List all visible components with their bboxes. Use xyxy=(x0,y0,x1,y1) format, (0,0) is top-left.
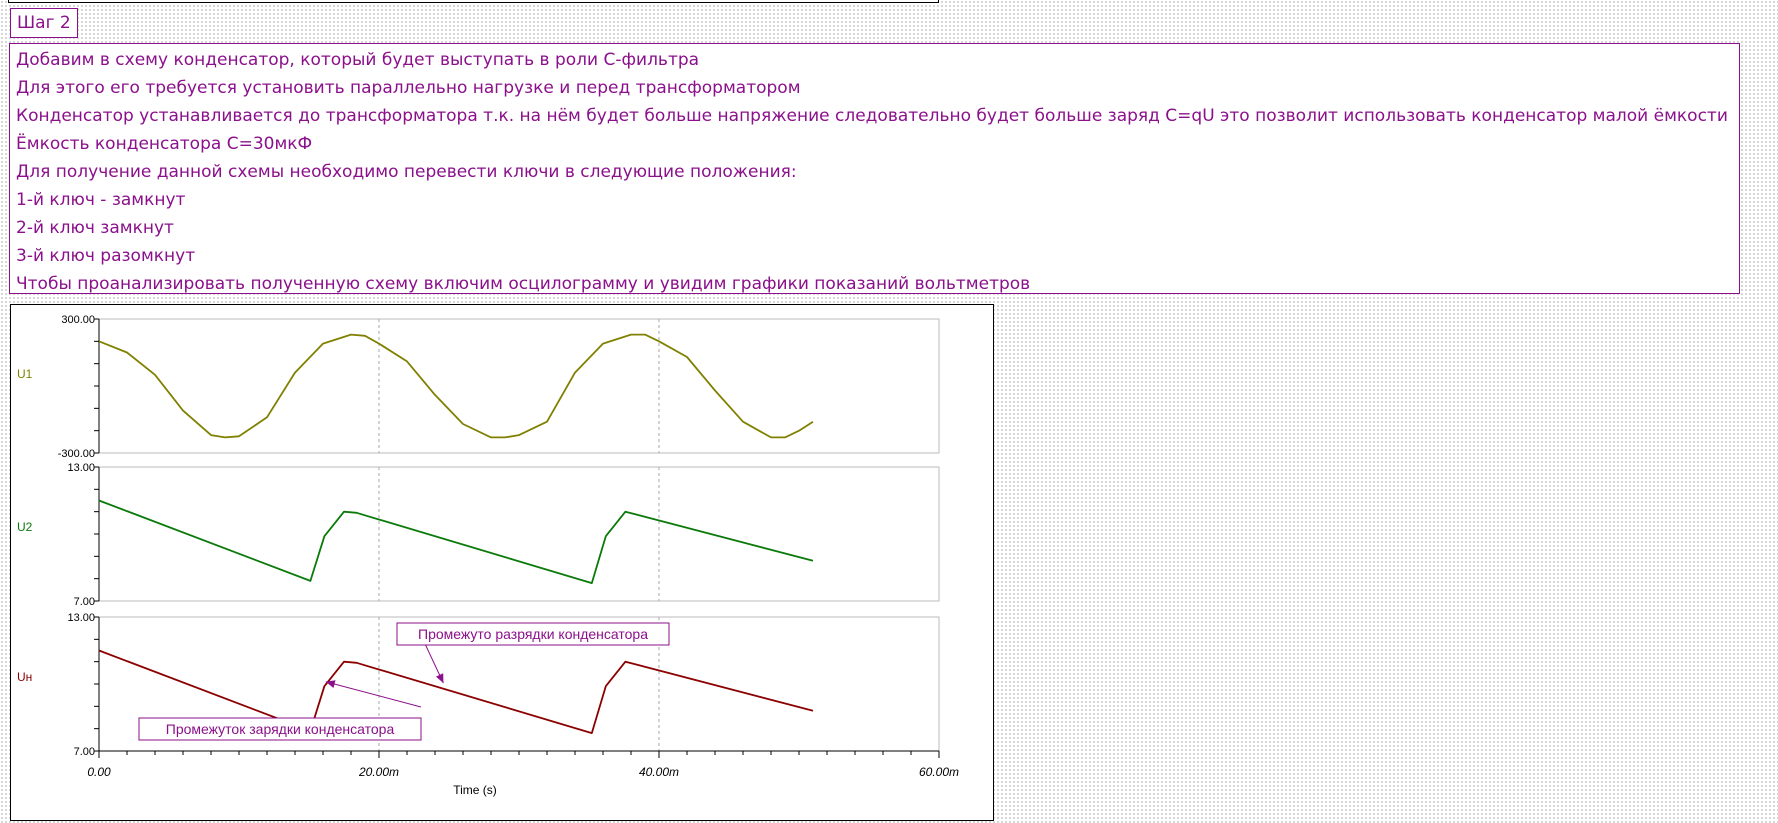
description-box: Добавим в схему конденсатор, который буд… xyxy=(9,43,1740,294)
plot-frame xyxy=(98,318,940,454)
series-label: U2 xyxy=(17,520,33,534)
y-tick-label: 300.00 xyxy=(61,314,95,326)
x-tick-label: 20.00m xyxy=(358,765,399,779)
x-axis-label: Time (s) xyxy=(453,783,497,797)
plot-frame xyxy=(98,466,940,602)
description-line: 1-й ключ - замкнут xyxy=(16,190,186,210)
y-tick-label: 7.00 xyxy=(74,596,95,608)
x-tick-label: 0.00 xyxy=(87,765,111,779)
step-title: Шаг 2 xyxy=(10,8,78,38)
description-line: Чтобы проанализировать полученную схему … xyxy=(16,274,1031,294)
annotation-leader xyxy=(325,681,422,708)
description-line: Конденсатор устанавливается до трансформ… xyxy=(16,106,1728,126)
oscilloscope-chart: 300.00 -300.00 U1 13.00 7.00 U2 13.00 7.00 Uн Про… xyxy=(10,304,994,821)
description-line: Для получение данной схемы необходимо пе… xyxy=(16,162,797,182)
annotation-text: Промежуто разрядки конденсатора xyxy=(418,626,648,642)
top-frame-edge xyxy=(8,0,939,3)
description-line: Для этого его требуется установить парал… xyxy=(16,78,801,98)
series-line xyxy=(98,499,814,584)
x-tick-label: 60.00m xyxy=(919,765,959,779)
x-tick-label: 40.00m xyxy=(639,765,679,779)
chart-svg: 300.00 -300.00 U1 13.00 7.00 U2 13.00 7.00 Uн Про… xyxy=(17,314,959,797)
annotation-text: Промежуток зарядки конденсатора xyxy=(166,721,395,737)
description-line: Добавим в схему конденсатор, который буд… xyxy=(16,50,700,70)
description-line: 3-й ключ разомкнут xyxy=(16,246,196,266)
y-tick-label: 13.00 xyxy=(67,612,95,624)
series-line xyxy=(98,333,814,439)
y-tick-label: 7.00 xyxy=(74,746,95,758)
description-line: 2-й ключ замкнут xyxy=(16,218,174,238)
description-line: Ёмкость конденсатора C=30мкФ xyxy=(16,134,313,154)
y-tick-label: 13.00 xyxy=(67,462,95,474)
y-tick-label: -300.00 xyxy=(58,448,95,460)
series-label: Uн xyxy=(17,670,32,684)
series-label: U1 xyxy=(17,367,33,381)
